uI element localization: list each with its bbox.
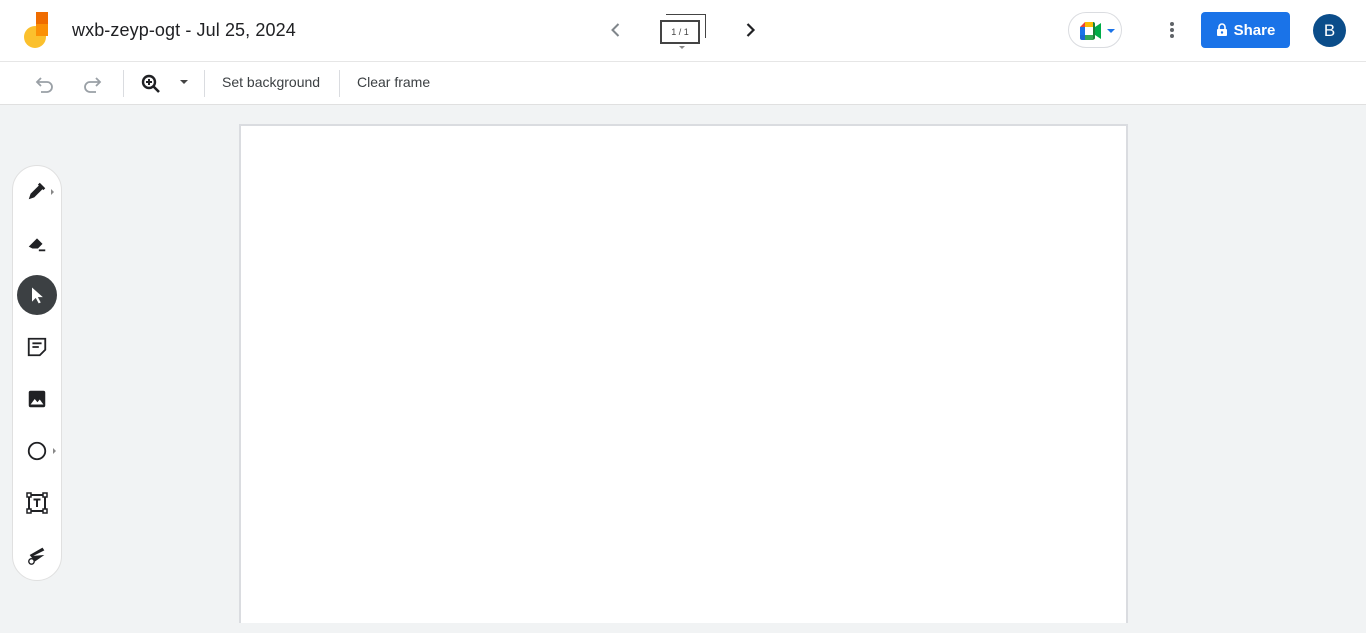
zoom-dropdown-caret-icon[interactable]	[180, 80, 188, 84]
whiteboard-canvas[interactable]	[239, 124, 1128, 623]
redo-icon[interactable]	[80, 72, 104, 96]
tool-laser[interactable]	[17, 535, 57, 575]
pen-icon	[28, 182, 46, 200]
sticky-note-icon	[27, 337, 47, 357]
laser-icon	[28, 547, 45, 565]
more-vert-icon[interactable]	[1160, 18, 1184, 42]
frame-bar-toggle[interactable]: 1 / 1	[658, 13, 708, 51]
submenu-arrow-icon	[51, 189, 54, 195]
submenu-arrow-icon	[53, 448, 56, 454]
google-meet-icon	[1080, 22, 1101, 40]
text-box-icon	[26, 492, 48, 514]
zoom-in-icon[interactable]	[139, 72, 163, 96]
meet-button[interactable]	[1068, 12, 1122, 48]
edit-toolbar: Set background Clear frame	[0, 62, 1366, 105]
share-label: Share	[1233, 21, 1276, 39]
divider	[123, 70, 124, 97]
tool-sticky-note[interactable]	[17, 327, 57, 367]
chevron-right-icon[interactable]	[738, 18, 762, 42]
clear-frame-button[interactable]: Clear frame	[357, 74, 430, 90]
frame-counter: 1 / 1	[660, 20, 700, 44]
top-bar: wxb-zeyp-ogt - Jul 25, 2024 1 / 1 Share …	[0, 0, 1366, 62]
tool-image[interactable]	[17, 379, 57, 419]
tool-eraser[interactable]	[17, 223, 57, 263]
pointer-icon	[32, 287, 43, 304]
tool-pen[interactable]	[17, 171, 57, 211]
divider	[204, 70, 205, 97]
tool-select[interactable]	[17, 275, 57, 315]
image-icon	[28, 390, 46, 408]
caret-down-icon	[1107, 29, 1115, 33]
undo-icon[interactable]	[33, 72, 57, 96]
chevron-left-icon[interactable]	[604, 18, 628, 42]
account-avatar[interactable]: B	[1313, 14, 1346, 47]
lock-icon	[1216, 23, 1227, 36]
tool-rail	[12, 165, 62, 581]
document-title[interactable]: wxb-zeyp-ogt - Jul 25, 2024	[72, 20, 296, 41]
share-button[interactable]: Share	[1201, 12, 1290, 48]
eraser-icon	[28, 238, 46, 252]
set-background-button[interactable]: Set background	[222, 74, 320, 90]
tool-text-box[interactable]	[17, 483, 57, 523]
tool-shape[interactable]	[17, 431, 57, 471]
circle-icon	[27, 441, 47, 461]
divider	[339, 70, 340, 97]
caret-down-icon	[679, 46, 685, 49]
jamboard-logo-icon[interactable]	[22, 11, 50, 49]
